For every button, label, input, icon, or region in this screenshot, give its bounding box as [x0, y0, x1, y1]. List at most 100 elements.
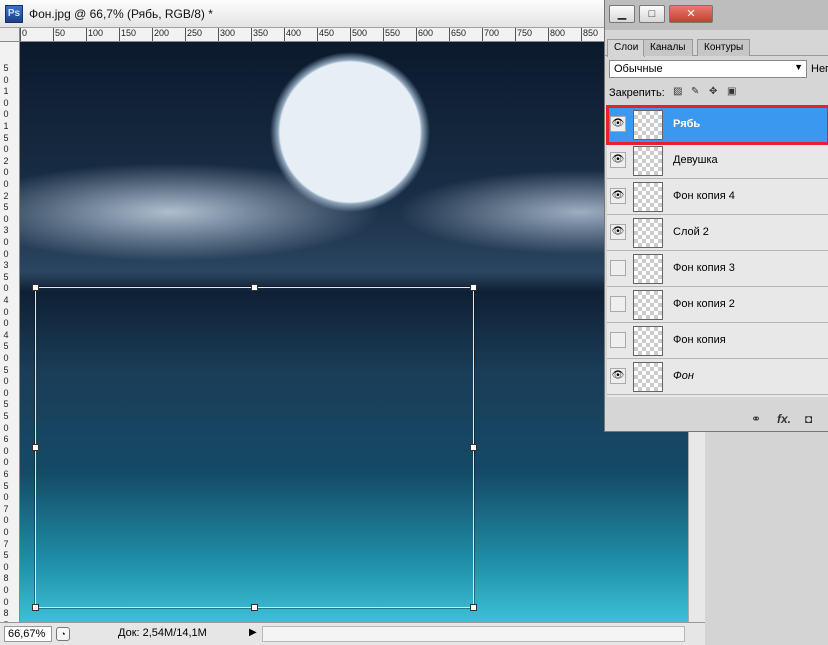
- ruler-tick-label: 0: [3, 283, 9, 294]
- layer-visibility-eye-icon[interactable]: 👁: [610, 224, 626, 240]
- panel-titlebar[interactable]: ▁ □ ✕: [605, 0, 828, 30]
- ruler-tick-label: 850: [583, 28, 599, 38]
- layer-visibility-eye-icon[interactable]: 👁: [610, 188, 626, 204]
- layer-row[interactable]: 👁 Девушка: [607, 143, 828, 179]
- ruler-tick-label: 6: [3, 469, 9, 479]
- ruler-tick-label: 0: [3, 561, 9, 572]
- tab-paths[interactable]: Контуры: [697, 39, 751, 56]
- transform-handle-bottom-left[interactable]: [32, 604, 39, 611]
- status-menu-arrow-icon[interactable]: ▶: [249, 627, 257, 638]
- link-layers-icon[interactable]: ⚭: [751, 412, 761, 426]
- layer-row[interactable]: 👁 Слой 2: [607, 215, 828, 251]
- blend-mode-value: Обычные: [614, 63, 663, 75]
- blend-mode-select[interactable]: Обычные ▼: [609, 60, 807, 78]
- layer-name[interactable]: Фон копия 3: [673, 262, 735, 274]
- ruler-tick: [53, 28, 54, 41]
- minimize-button[interactable]: ▁: [609, 5, 635, 23]
- layer-row[interactable]: Фон копия 3: [607, 251, 828, 287]
- layer-thumbnail[interactable]: [633, 182, 663, 212]
- ruler-tick-label: 800: [550, 28, 566, 38]
- ruler-tick: [515, 28, 516, 41]
- document-title: Фон.jpg @ 66,7% (Рябь, RGB/8) *: [29, 7, 213, 21]
- ruler-tick-label: 7: [3, 538, 9, 549]
- layer-thumbnail[interactable]: [633, 146, 663, 176]
- horizontal-scrollbar[interactable]: [262, 626, 685, 642]
- ruler-tick-label: 8: [3, 608, 9, 619]
- image-canvas[interactable]: [20, 42, 688, 622]
- ruler-tick-label: 200: [154, 28, 170, 38]
- lock-all-icon[interactable]: ▣: [727, 87, 737, 97]
- ruler-horizontal[interactable]: 0 50 100 150 200 250 300 350 400 450 500 550 600 650 7…: [20, 28, 705, 42]
- ruler-tick-label: 1: [3, 86, 9, 97]
- fx-icon[interactable]: fx.: [777, 412, 791, 426]
- maximize-button[interactable]: □: [639, 5, 665, 23]
- ruler-tick-label: 5: [3, 132, 9, 143]
- ruler-tick-label: 7: [3, 503, 9, 514]
- ruler-tick-label: 0: [3, 376, 9, 387]
- layer-visibility-eye-icon[interactable]: [610, 332, 626, 348]
- ruler-tick-label: 2: [3, 155, 9, 166]
- add-mask-icon[interactable]: ◘: [805, 412, 812, 426]
- ruler-tick-label: 5: [3, 271, 9, 282]
- ruler-vertical[interactable]: 5010015020025030035040045050055060065070…: [0, 42, 20, 622]
- close-button[interactable]: ✕: [669, 5, 713, 23]
- layer-row[interactable]: Фон копия 2: [607, 287, 828, 323]
- layer-thumbnail[interactable]: [633, 290, 663, 320]
- layer-row[interactable]: 👁 Фон: [607, 359, 828, 395]
- ruler-tick-label: 0: [3, 445, 9, 456]
- ruler-tick-label: 5: [3, 411, 9, 421]
- ruler-tick-label: 0: [3, 237, 9, 247]
- ruler-tick: [350, 28, 351, 41]
- layer-visibility-eye-icon[interactable]: [610, 260, 626, 276]
- tab-layers[interactable]: Слои: [607, 39, 646, 57]
- ruler-tick: [20, 28, 21, 41]
- free-transform-bounding-box[interactable]: [32, 284, 477, 611]
- lock-label: Закрепить:: [609, 87, 665, 99]
- transform-handle-top-left[interactable]: [32, 284, 39, 291]
- layer-thumbnail[interactable]: [633, 326, 663, 356]
- layer-row[interactable]: Фон копия: [607, 323, 828, 359]
- layer-thumbnail[interactable]: [633, 362, 663, 392]
- ruler-tick-label: 350: [253, 28, 269, 38]
- transform-handle-top-right[interactable]: [470, 284, 477, 291]
- layer-visibility-eye-icon[interactable]: 👁: [610, 152, 626, 168]
- transform-handle-middle-right[interactable]: [470, 444, 477, 451]
- ruler-tick: [383, 28, 384, 41]
- layer-thumbnail[interactable]: [633, 254, 663, 284]
- lock-position-move-icon[interactable]: ✥: [709, 87, 719, 97]
- layer-visibility-eye-icon[interactable]: [610, 296, 626, 312]
- ruler-tick-label: 0: [3, 74, 9, 85]
- ruler-tick: [86, 28, 87, 41]
- zoom-level-field[interactable]: 66,67%: [4, 626, 52, 642]
- document-size-info[interactable]: Док: 2,54M/14,1M: [118, 627, 207, 639]
- lock-pixels-brush-icon[interactable]: ✎: [691, 87, 701, 97]
- layer-name[interactable]: Девушка: [673, 154, 718, 166]
- ruler-tick-label: 0: [3, 585, 9, 595]
- layer-thumbnail[interactable]: [633, 218, 663, 248]
- transform-handle-bottom-center[interactable]: [251, 604, 258, 611]
- zoom-preset-icon[interactable]: ◔: [56, 627, 70, 641]
- tab-channels[interactable]: Каналы: [643, 39, 693, 56]
- ruler-corner[interactable]: [0, 28, 20, 42]
- layer-row[interactable]: 👁 Фон копия 4: [607, 179, 828, 215]
- ruler-tick-label: 5: [3, 364, 9, 375]
- panel-footer: ⚭ fx. ◘: [605, 410, 828, 430]
- lock-transparency-icon[interactable]: ▨: [673, 87, 683, 97]
- layer-name[interactable]: Фон копия 4: [673, 190, 735, 202]
- layer-visibility-eye-icon[interactable]: 👁: [610, 368, 626, 384]
- layer-name[interactable]: Фон копия 2: [673, 298, 735, 310]
- layer-name[interactable]: Фон копия: [673, 334, 726, 346]
- ruler-tick-label: 0: [3, 527, 9, 537]
- layer-name[interactable]: Слой 2: [673, 226, 709, 238]
- ruler-tick-label: 0: [3, 387, 9, 398]
- transform-handle-top-center[interactable]: [251, 284, 258, 291]
- document-titlebar[interactable]: Ps Фон.jpg @ 66,7% (Рябь, RGB/8) *: [0, 0, 705, 28]
- ruler-tick-label: 0: [3, 422, 9, 433]
- status-bar: 66,67% ◔ Док: 2,54M/14,1M ▶: [0, 622, 705, 645]
- ruler-tick-label: 6: [3, 434, 9, 445]
- transform-handle-bottom-right[interactable]: [470, 604, 477, 611]
- ruler-tick-label: 700: [484, 28, 500, 38]
- transform-handle-middle-left[interactable]: [32, 444, 39, 451]
- ruler-tick-label: 250: [187, 28, 203, 38]
- layer-name[interactable]: Фон: [673, 370, 694, 382]
